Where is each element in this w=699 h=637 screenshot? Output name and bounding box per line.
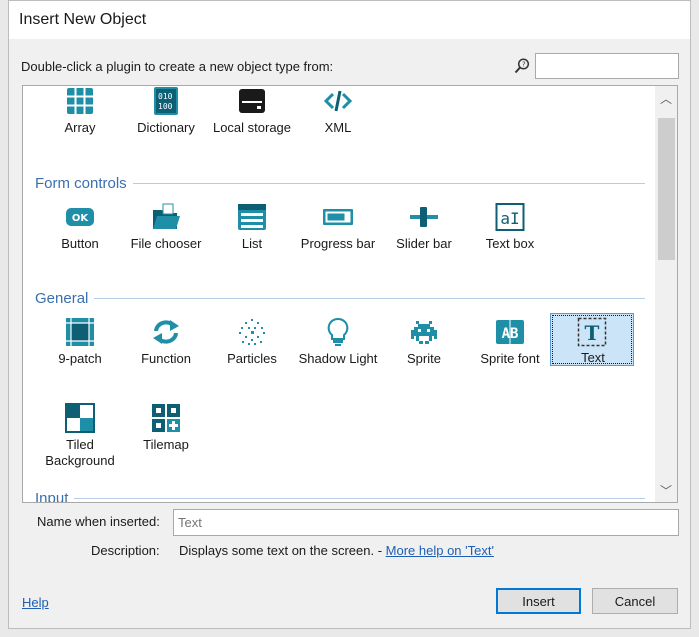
plugin-slider-bar[interactable]: Slider bar [382, 192, 466, 264]
plugin-label: Dictionary [137, 120, 195, 135]
dictionary-icon: 010 100 [154, 87, 178, 115]
slider-bar-icon [410, 207, 438, 227]
plugin-array[interactable]: Array [38, 86, 122, 148]
plugin-label: Shadow Light [298, 351, 378, 366]
plugin-label: Local storage [212, 120, 292, 135]
svg-text:010: 010 [158, 92, 173, 101]
section-title: General [35, 290, 89, 307]
plugin-function[interactable]: Function [124, 307, 208, 379]
description-text: Displays some text on the screen. - More… [179, 543, 494, 558]
plugin-label: File chooser [130, 236, 202, 251]
plugin-text-box[interactable]: aI Text box [468, 192, 552, 264]
plugin-tiled-background[interactable]: Tiled Background [38, 393, 122, 468]
progress-bar-icon [323, 209, 353, 225]
name-field-label: Name when inserted: [37, 514, 160, 529]
plugin-list[interactable]: Array 010 100 Dictionary Local storage X… [22, 85, 678, 503]
sprite-icon [411, 321, 437, 344]
title-bar: Insert New Object [9, 1, 690, 39]
help-link[interactable]: Help [22, 595, 49, 610]
plugin-label: Text [581, 350, 605, 365]
array-icon [67, 88, 93, 114]
plugin-xml[interactable]: XML [296, 86, 380, 148]
text-icon: T [577, 317, 607, 347]
plugin-dictionary[interactable]: 010 100 Dictionary [124, 86, 208, 148]
text-box-icon: aI [495, 203, 525, 231]
svg-text:?: ? [522, 61, 526, 69]
plugin-label: Sprite [407, 351, 441, 366]
insert-object-dialog: Insert New Object Double-click a plugin … [8, 0, 691, 629]
sprite-font-icon: AB [496, 320, 524, 344]
section-general: General [35, 290, 645, 307]
plugin-shadow-light[interactable]: Shadow Light [296, 307, 380, 379]
plugin-label: Sprite font [480, 351, 540, 366]
list-icon [238, 204, 266, 230]
local-storage-icon [239, 89, 265, 113]
plugin-list[interactable]: List [210, 192, 294, 264]
plugin-label: Particles [227, 351, 277, 366]
plugin-label: Slider bar [396, 236, 452, 251]
scroll-down-icon[interactable]: ﹀ [655, 480, 677, 500]
plugin-file-chooser[interactable]: File chooser [124, 192, 208, 264]
plugin-label: Text box [485, 236, 535, 251]
name-input[interactable] [173, 509, 679, 536]
function-icon [153, 320, 179, 344]
xml-icon [323, 90, 353, 112]
search-icon: ? [514, 58, 530, 74]
plugin-label: Button [61, 236, 99, 251]
nine-patch-icon [66, 318, 94, 346]
plugin-label: Function [141, 351, 191, 366]
svg-text:aI: aI [500, 209, 519, 228]
file-chooser-icon [153, 203, 180, 229]
scroll-up-icon[interactable]: ︿ [655, 88, 677, 108]
plugin-particles[interactable]: Particles [210, 307, 294, 379]
svg-text:100: 100 [158, 102, 173, 111]
button-icon: OK [66, 208, 94, 226]
scroll-thumb[interactable] [658, 118, 675, 260]
plugin-tilemap[interactable]: Tilemap [124, 393, 208, 465]
svg-text:T: T [585, 321, 600, 345]
plugin-label: List [241, 236, 263, 251]
svg-text:AB: AB [502, 326, 519, 342]
plugin-progress-bar[interactable]: Progress bar [296, 192, 380, 264]
cancel-button[interactable]: Cancel [592, 588, 678, 614]
plugin-list-content: Array 010 100 Dictionary Local storage X… [23, 86, 655, 502]
more-help-link[interactable]: More help on 'Text' [386, 543, 494, 558]
insert-button[interactable]: Insert [496, 588, 581, 614]
plugin-sprite[interactable]: Sprite [382, 307, 466, 379]
plugin-label: 9-patch [58, 351, 102, 366]
particles-icon [239, 319, 265, 345]
plugin-label: Array [64, 120, 96, 135]
plugin-local-storage[interactable]: Local storage [210, 86, 294, 148]
plugin-sprite-font[interactable]: AB Sprite font [468, 307, 552, 379]
plugin-label: XML [324, 120, 352, 135]
plugin-button[interactable]: OK Button [38, 192, 122, 264]
description-body: Displays some text on the screen. - [179, 543, 386, 558]
vertical-scrollbar[interactable]: ︿ ﹀ [655, 86, 677, 502]
section-title: Form controls [35, 175, 127, 192]
shadow-light-icon [327, 317, 349, 346]
plugin-label: Tiled Background [45, 437, 115, 468]
search-input[interactable] [535, 53, 679, 79]
tiled-background-icon [65, 403, 95, 433]
dialog-title: Insert New Object [19, 11, 147, 28]
plugin-9-patch[interactable]: 9-patch [38, 307, 122, 379]
section-form-controls: Form controls [35, 175, 645, 192]
description-label: Description: [91, 543, 160, 558]
plugin-label: Tilemap [143, 437, 189, 452]
instruction-text: Double-click a plugin to create a new ob… [21, 59, 334, 74]
plugin-text[interactable]: T Text [550, 313, 634, 366]
tilemap-icon [152, 404, 180, 432]
svg-text:OK: OK [72, 213, 90, 224]
section-title: Input [35, 490, 69, 502]
section-input: Input [35, 490, 645, 502]
plugin-label: Progress bar [300, 236, 376, 251]
